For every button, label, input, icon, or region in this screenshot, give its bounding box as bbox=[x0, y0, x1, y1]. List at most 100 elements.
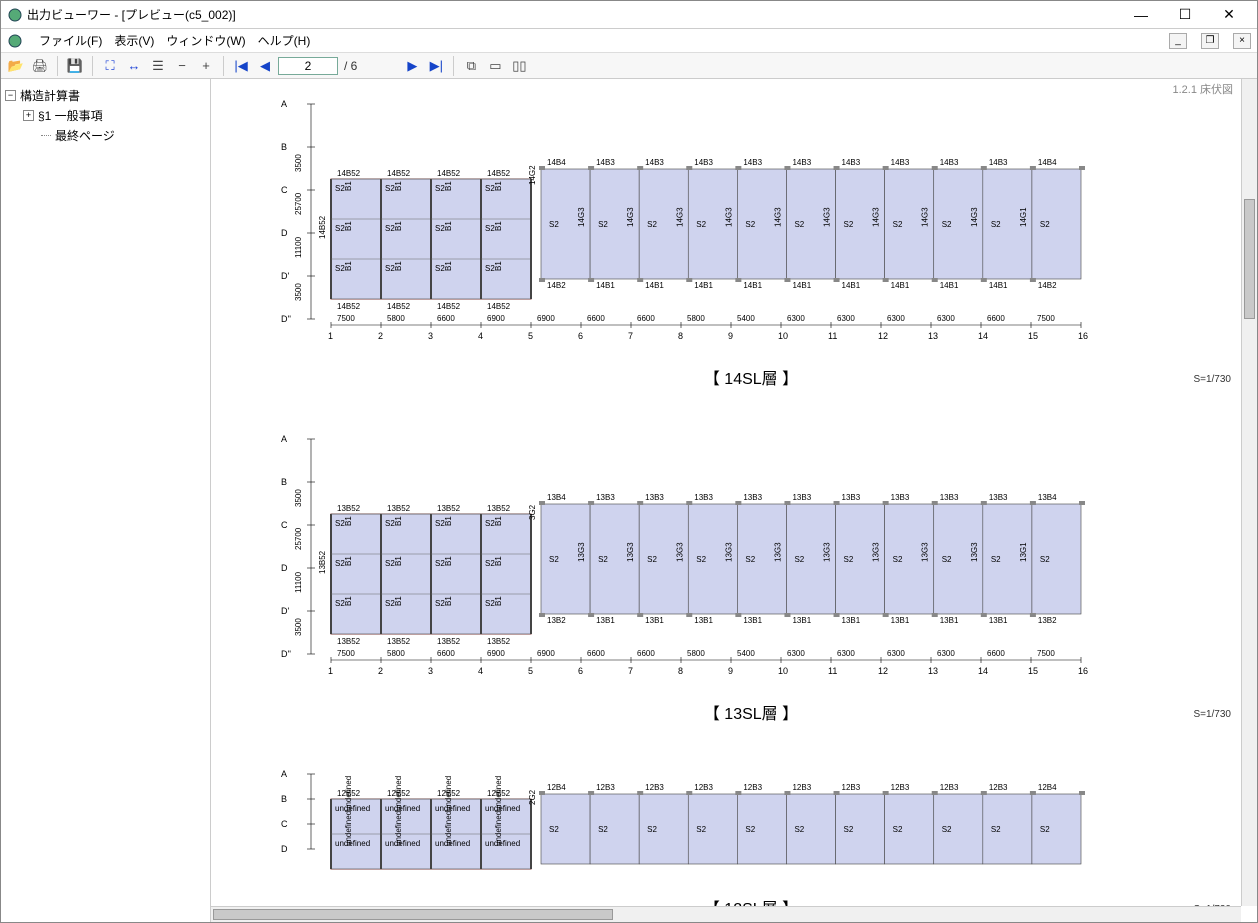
svg-text:14B3: 14B3 bbox=[596, 158, 615, 167]
svg-text:B1: B1 bbox=[444, 261, 453, 271]
svg-text:6600: 6600 bbox=[987, 314, 1005, 323]
svg-text:14B4: 14B4 bbox=[1038, 158, 1057, 167]
menu-window[interactable]: ウィンドウ(W) bbox=[166, 32, 245, 49]
svg-text:13B3: 13B3 bbox=[645, 493, 664, 502]
preview-viewer: 1.2.1 床伏図 D''D'DCBA35001110025700350014B… bbox=[211, 79, 1257, 922]
copy-icon[interactable]: ⧉ bbox=[460, 55, 482, 77]
svg-text:6900: 6900 bbox=[537, 314, 555, 323]
two-page-icon[interactable]: ▯▯ bbox=[508, 55, 530, 77]
svg-text:14G2: 14G2 bbox=[528, 165, 537, 185]
expand-icon[interactable]: + bbox=[23, 110, 34, 121]
svg-text:6300: 6300 bbox=[937, 649, 955, 658]
svg-text:14B1: 14B1 bbox=[989, 281, 1008, 290]
svg-text:6300: 6300 bbox=[937, 314, 955, 323]
zoom-out-icon[interactable]: − bbox=[171, 55, 193, 77]
svg-text:B1: B1 bbox=[394, 556, 403, 566]
svg-text:A: A bbox=[281, 99, 287, 109]
svg-text:13B52: 13B52 bbox=[387, 637, 411, 646]
svg-text:D: D bbox=[281, 563, 288, 573]
svg-text:B1: B1 bbox=[344, 556, 353, 566]
canvas[interactable]: 1.2.1 床伏図 D''D'DCBA35001110025700350014B… bbox=[211, 79, 1241, 906]
floor-caption: 【 12SL層 】 bbox=[271, 895, 1231, 906]
svg-text:14B3: 14B3 bbox=[842, 158, 861, 167]
svg-text:14B2: 14B2 bbox=[547, 281, 566, 290]
titlebar: 出力ビューワー - [プレビュー(c5_002)] ― ☐ ✕ bbox=[1, 1, 1257, 29]
page-number-input[interactable] bbox=[278, 57, 338, 75]
minimize-button[interactable]: ― bbox=[1119, 3, 1163, 27]
svg-text:14B3: 14B3 bbox=[792, 158, 811, 167]
svg-text:13G3: 13G3 bbox=[970, 542, 979, 562]
thumbnail-icon[interactable]: ☰ bbox=[147, 55, 169, 77]
svg-text:B: B bbox=[281, 794, 287, 804]
menu-file[interactable]: ファイル(F) bbox=[39, 32, 102, 49]
svg-text:13G3: 13G3 bbox=[872, 542, 881, 562]
tree-section-1[interactable]: + §1 一般事項 bbox=[5, 105, 206, 125]
svg-text:14B52: 14B52 bbox=[487, 169, 511, 178]
svg-text:3: 3 bbox=[428, 666, 433, 676]
svg-text:5400: 5400 bbox=[737, 314, 755, 323]
export-icon[interactable]: 💾 bbox=[64, 55, 86, 77]
svg-text:7500: 7500 bbox=[337, 649, 355, 658]
svg-text:12: 12 bbox=[878, 331, 888, 341]
floor-plan-0: D''D'DCBA35001110025700350014B5214B5214B… bbox=[271, 99, 1231, 389]
svg-text:B1: B1 bbox=[344, 261, 353, 271]
prev-page-icon[interactable]: ◀ bbox=[254, 55, 276, 77]
svg-text:13B1: 13B1 bbox=[694, 616, 713, 625]
mdi-close-button[interactable]: × bbox=[1233, 33, 1251, 49]
svg-text:S2: S2 bbox=[844, 220, 854, 229]
tree-sec1-label: §1 一般事項 bbox=[38, 107, 103, 124]
svg-text:B1: B1 bbox=[394, 221, 403, 231]
svg-text:12B3: 12B3 bbox=[645, 783, 664, 792]
svg-text:14G3: 14G3 bbox=[872, 207, 881, 227]
svg-text:1: 1 bbox=[328, 666, 333, 676]
first-page-icon[interactable]: |◀ bbox=[230, 55, 252, 77]
mdi-minimize-button[interactable]: _ bbox=[1169, 33, 1187, 49]
scale-label: S=1/730 bbox=[1193, 709, 1231, 720]
floor-caption: 【 13SL層 】 bbox=[271, 700, 1231, 724]
svg-text:C: C bbox=[281, 819, 288, 829]
svg-text:S2: S2 bbox=[598, 825, 608, 834]
svg-text:6300: 6300 bbox=[887, 314, 905, 323]
svg-text:13B3: 13B3 bbox=[694, 493, 713, 502]
tree-last-page[interactable]: 最終ページ bbox=[5, 125, 206, 145]
next-page-icon[interactable]: ▶ bbox=[401, 55, 423, 77]
collapse-icon[interactable]: − bbox=[5, 90, 16, 101]
fit-page-icon[interactable]: ⛶ bbox=[99, 55, 121, 77]
svg-text:B1: B1 bbox=[394, 181, 403, 191]
tree-root[interactable]: − 構造計算書 bbox=[5, 85, 206, 105]
svg-text:B: B bbox=[281, 477, 287, 487]
svg-text:14B3: 14B3 bbox=[989, 158, 1008, 167]
svg-text:7: 7 bbox=[628, 666, 633, 676]
svg-text:C: C bbox=[281, 520, 288, 530]
menu-view[interactable]: 表示(V) bbox=[114, 32, 154, 49]
hscroll-thumb[interactable] bbox=[213, 909, 613, 920]
svg-text:7500: 7500 bbox=[1037, 314, 1055, 323]
horizontal-scrollbar[interactable] bbox=[211, 906, 1241, 922]
maximize-button[interactable]: ☐ bbox=[1163, 3, 1207, 27]
svg-text:14B1: 14B1 bbox=[694, 281, 713, 290]
svg-text:14B1: 14B1 bbox=[743, 281, 762, 290]
fit-width-icon[interactable]: ↔ bbox=[123, 55, 145, 77]
svg-text:B1: B1 bbox=[494, 261, 503, 271]
svg-text:B1: B1 bbox=[394, 596, 403, 606]
zoom-in-icon[interactable]: + bbox=[195, 55, 217, 77]
open-icon[interactable]: 📂 bbox=[5, 55, 27, 77]
close-button[interactable]: ✕ bbox=[1207, 3, 1251, 27]
svg-text:11100: 11100 bbox=[294, 571, 303, 593]
svg-text:6: 6 bbox=[578, 666, 583, 676]
svg-text:12: 12 bbox=[878, 666, 888, 676]
svg-text:S2: S2 bbox=[745, 825, 755, 834]
vertical-scrollbar[interactable] bbox=[1241, 79, 1257, 906]
svg-text:14G1: 14G1 bbox=[1019, 207, 1028, 227]
mdi-restore-button[interactable]: ❐ bbox=[1201, 33, 1219, 49]
svg-text:13G3: 13G3 bbox=[921, 542, 930, 562]
menu-help[interactable]: ヘルプ(H) bbox=[258, 32, 311, 49]
print-icon[interactable]: 🖨 bbox=[29, 55, 51, 77]
last-page-icon[interactable]: ▶| bbox=[425, 55, 447, 77]
vscroll-thumb[interactable] bbox=[1244, 199, 1255, 319]
svg-text:13B52: 13B52 bbox=[487, 504, 511, 513]
svg-text:12B3: 12B3 bbox=[792, 783, 811, 792]
toolbar: 📂 🖨 💾 ⛶ ↔ ☰ − + |◀ ◀ / 6 ▶ ▶| ⧉ ▭ ▯▯ bbox=[1, 53, 1257, 79]
svg-text:13G3: 13G3 bbox=[823, 542, 832, 562]
one-page-icon[interactable]: ▭ bbox=[484, 55, 506, 77]
